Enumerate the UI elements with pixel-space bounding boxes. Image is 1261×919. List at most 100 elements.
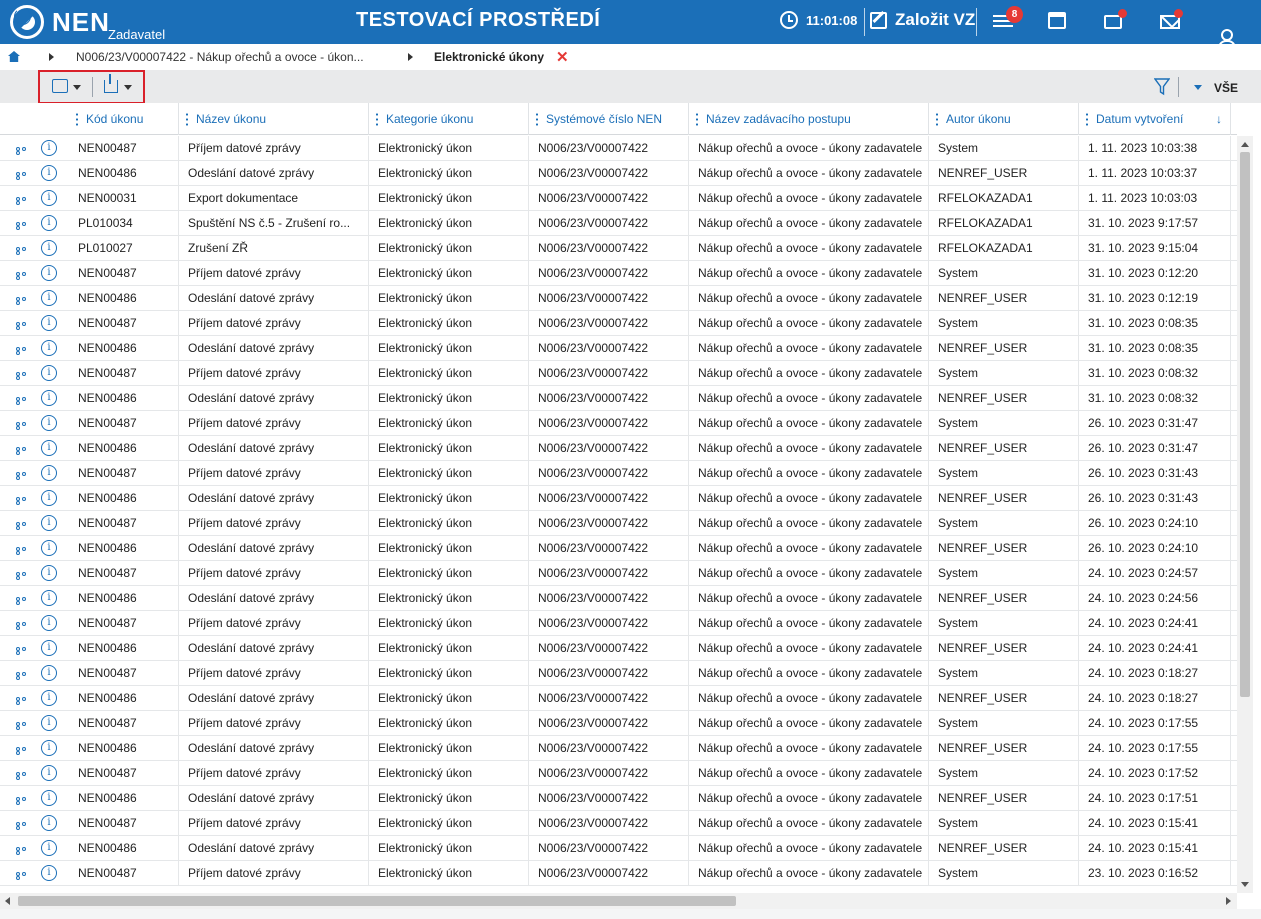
table-row[interactable]: i NEN00487 Příjem datové zprávy Elektronick… (0, 761, 1237, 786)
row-actions-icon[interactable] (16, 797, 32, 805)
table-row[interactable]: i NEN00486 Odeslání datové zprávy Elektroni… (0, 386, 1237, 411)
table-row[interactable]: i NEN00486 Odeslání datové zprávy Elektroni… (0, 636, 1237, 661)
info-icon[interactable]: i (41, 565, 57, 581)
horizontal-scrollbar[interactable] (0, 893, 1237, 909)
row-actions-icon[interactable] (16, 847, 32, 855)
column-header-category[interactable]: Kategorie úkonu (376, 103, 528, 135)
table-row[interactable]: i NEN00487 Příjem datové zprávy Elektronick… (0, 511, 1237, 536)
column-header-name[interactable]: Název úkonu (186, 103, 368, 135)
row-actions-icon[interactable] (16, 597, 32, 605)
info-icon[interactable]: i (41, 790, 57, 806)
export-icon[interactable] (104, 74, 118, 93)
scroll-left-icon[interactable] (5, 897, 10, 905)
column-header-code[interactable]: Kód úkonu (76, 103, 178, 135)
column-header-created-date[interactable]: Datum vytvoření ↓ (1086, 103, 1230, 135)
table-row[interactable]: i NEN00486 Odeslání datové zprávy Elektroni… (0, 836, 1237, 861)
horizontal-scroll-thumb[interactable] (18, 896, 736, 906)
info-icon[interactable]: i (41, 265, 57, 281)
row-actions-icon[interactable] (16, 422, 32, 430)
column-menu-icon[interactable] (1086, 112, 1088, 126)
info-icon[interactable]: i (41, 440, 57, 456)
row-actions-icon[interactable] (16, 697, 32, 705)
table-row[interactable]: i NEN00487 Příjem datové zprávy Elektronick… (0, 711, 1237, 736)
column-divider[interactable] (528, 103, 529, 135)
row-actions-icon[interactable] (16, 547, 32, 555)
info-icon[interactable]: i (41, 865, 57, 881)
table-row[interactable]: i NEN00487 Příjem datové zprávy Elektronick… (0, 311, 1237, 336)
create-vz-button[interactable]: Založit VZ (870, 10, 975, 30)
row-actions-icon[interactable] (16, 522, 32, 530)
row-actions-icon[interactable] (16, 622, 32, 630)
row-actions-icon[interactable] (16, 197, 32, 205)
table-row[interactable]: i NEN00487 Příjem datové zprávy Elektronick… (0, 561, 1237, 586)
column-divider[interactable] (688, 103, 689, 135)
info-icon[interactable]: i (41, 140, 57, 156)
refresh-icon[interactable] (14, 8, 31, 25)
table-row[interactable]: i NEN00486 Odeslání datové zprávy Elektroni… (0, 336, 1237, 361)
row-actions-icon[interactable] (16, 497, 32, 505)
column-divider[interactable] (178, 103, 179, 135)
info-icon[interactable]: i (41, 240, 57, 256)
print-dropdown-icon[interactable] (73, 85, 81, 90)
info-icon[interactable]: i (41, 415, 57, 431)
info-icon[interactable]: i (41, 590, 57, 606)
column-header-procedure-name[interactable]: Název zadávacího postupu (696, 103, 928, 135)
column-menu-icon[interactable] (696, 112, 698, 126)
table-row[interactable]: i NEN00486 Odeslání datové zprávy Elektroni… (0, 686, 1237, 711)
info-icon[interactable]: i (41, 640, 57, 656)
row-actions-icon[interactable] (16, 322, 32, 330)
info-icon[interactable]: i (41, 740, 57, 756)
scroll-up-icon[interactable] (1241, 142, 1249, 147)
row-actions-icon[interactable] (16, 272, 32, 280)
row-actions-icon[interactable] (16, 647, 32, 655)
column-menu-icon[interactable] (376, 112, 378, 126)
table-row[interactable]: i NEN00486 Odeslání datové zprávy Elektroni… (0, 161, 1237, 186)
info-icon[interactable]: i (41, 465, 57, 481)
vertical-scroll-thumb[interactable] (1240, 152, 1250, 697)
table-row[interactable]: i NEN00486 Odeslání datové zprávy Elektroni… (0, 586, 1237, 611)
table-row[interactable]: i NEN00487 Příjem datové zprávy Elektronick… (0, 261, 1237, 286)
info-icon[interactable]: i (41, 165, 57, 181)
row-actions-icon[interactable] (16, 347, 32, 355)
column-divider[interactable] (1230, 103, 1231, 135)
info-icon[interactable]: i (41, 490, 57, 506)
table-row[interactable]: i NEN00487 Příjem datové zprávy Elektronick… (0, 361, 1237, 386)
table-row[interactable]: i NEN00487 Příjem datové zprávy Elektronick… (0, 411, 1237, 436)
column-menu-icon[interactable] (186, 112, 188, 126)
table-row[interactable]: i NEN00487 Příjem datové zprávy Elektronick… (0, 811, 1237, 836)
row-actions-icon[interactable] (16, 772, 32, 780)
info-icon[interactable]: i (41, 215, 57, 231)
info-icon[interactable]: i (41, 515, 57, 531)
row-actions-icon[interactable] (16, 872, 32, 880)
filter-all-label[interactable]: VŠE (1214, 81, 1238, 95)
table-row[interactable]: i NEN00487 Příjem datové zprávy Elektronick… (0, 661, 1237, 686)
info-icon[interactable]: i (41, 615, 57, 631)
info-icon[interactable]: i (41, 665, 57, 681)
table-row[interactable]: i NEN00486 Odeslání datové zprávy Elektroni… (0, 536, 1237, 561)
info-icon[interactable]: i (41, 315, 57, 331)
info-icon[interactable]: i (41, 840, 57, 856)
table-row[interactable]: i NEN00487 Příjem datové zprávy Elektronick… (0, 136, 1237, 161)
row-actions-icon[interactable] (16, 672, 32, 680)
column-menu-icon[interactable] (76, 112, 78, 126)
info-icon[interactable]: i (41, 390, 57, 406)
row-actions-icon[interactable] (16, 397, 32, 405)
column-menu-icon[interactable] (536, 112, 538, 126)
scroll-right-icon[interactable] (1226, 897, 1231, 905)
info-icon[interactable]: i (41, 290, 57, 306)
row-actions-icon[interactable] (16, 372, 32, 380)
info-icon[interactable]: i (41, 340, 57, 356)
table-row[interactable]: i PL010034 Spuštění NS č.5 - Zrušení ro...… (0, 211, 1237, 236)
home-icon[interactable] (8, 51, 20, 62)
filter-dropdown-icon[interactable] (1194, 85, 1202, 90)
info-icon[interactable]: i (41, 365, 57, 381)
print-icon[interactable] (52, 79, 68, 93)
column-menu-icon[interactable] (936, 112, 938, 126)
export-dropdown-icon[interactable] (124, 85, 132, 90)
table-row[interactable]: i NEN00486 Odeslání datové zprávy Elektroni… (0, 486, 1237, 511)
row-actions-icon[interactable] (16, 747, 32, 755)
row-actions-icon[interactable] (16, 147, 32, 155)
row-actions-icon[interactable] (16, 247, 32, 255)
column-header-author[interactable]: Autor úkonu (936, 103, 1078, 135)
column-divider[interactable] (928, 103, 929, 135)
